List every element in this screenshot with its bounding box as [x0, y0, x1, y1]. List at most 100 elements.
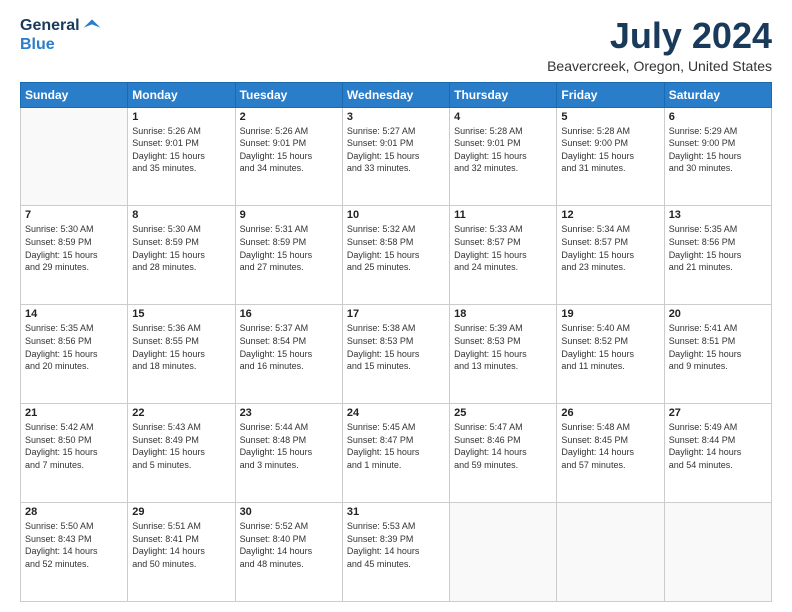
- day-info: Sunrise: 5:52 AM Sunset: 8:40 PM Dayligh…: [240, 520, 338, 570]
- location-title: Beavercreek, Oregon, United States: [547, 58, 772, 74]
- day-info: Sunrise: 5:43 AM Sunset: 8:49 PM Dayligh…: [132, 421, 230, 471]
- month-title: July 2024: [547, 16, 772, 56]
- day-cell: 31 Sunrise: 5:53 AM Sunset: 8:39 PM Dayli…: [342, 503, 449, 602]
- day-info: Sunrise: 5:30 AM Sunset: 8:59 PM Dayligh…: [25, 223, 123, 273]
- logo-blue-text: Blue: [20, 36, 55, 54]
- day-number: 4: [454, 111, 552, 123]
- calendar-page: General Blue July 2024 Beavercreek, Oreg…: [0, 0, 792, 612]
- day-info: Sunrise: 5:45 AM Sunset: 8:47 PM Dayligh…: [347, 421, 445, 471]
- day-cell: [557, 503, 664, 602]
- day-number: 25: [454, 407, 552, 419]
- day-info: Sunrise: 5:47 AM Sunset: 8:46 PM Dayligh…: [454, 421, 552, 471]
- day-info: Sunrise: 5:53 AM Sunset: 8:39 PM Dayligh…: [347, 520, 445, 570]
- day-cell: 28Sunrise: 5:50 AM Sunset: 8:43 PM Dayli…: [21, 503, 128, 602]
- day-cell: 9 Sunrise: 5:31 AM Sunset: 8:59 PM Daylig…: [235, 206, 342, 305]
- day-info: Sunrise: 5:31 AM Sunset: 8:59 PM Dayligh…: [240, 223, 338, 273]
- day-cell: 22 Sunrise: 5:43 AM Sunset: 8:49 PM Dayli…: [128, 404, 235, 503]
- day-cell: 2 Sunrise: 5:26 AM Sunset: 9:01 PM Daylig…: [235, 107, 342, 206]
- day-cell: 18Sunrise: 5:39 AM Sunset: 8:53 PM Dayli…: [450, 305, 557, 404]
- day-cell: 16Sunrise: 5:37 AM Sunset: 8:54 PM Dayli…: [235, 305, 342, 404]
- weekday-header-row: Sunday Monday Tuesday Wednesday Thursday…: [21, 82, 772, 107]
- day-number: 13: [669, 209, 767, 221]
- day-cell: 13 Sunrise: 5:35 AM Sunset: 8:56 PM Dayli…: [664, 206, 771, 305]
- day-cell: 14 Sunrise: 5:35 AM Sunset: 8:56 PM Dayli…: [21, 305, 128, 404]
- title-block: July 2024 Beavercreek, Oregon, United St…: [547, 16, 772, 74]
- day-number: 12: [561, 209, 659, 221]
- day-number: 1: [132, 111, 230, 123]
- day-cell: 10 Sunrise: 5:32 AM Sunset: 8:58 PM Dayli…: [342, 206, 449, 305]
- day-cell: 11 Sunrise: 5:33 AM Sunset: 8:57 PM Dayli…: [450, 206, 557, 305]
- day-number: 17: [347, 308, 445, 320]
- day-number: 2: [240, 111, 338, 123]
- day-info: Sunrise: 5:30 AM Sunset: 8:59 PM Dayligh…: [132, 223, 230, 273]
- day-number: 16: [240, 308, 338, 320]
- logo: General Blue: [20, 16, 102, 54]
- day-cell: [450, 503, 557, 602]
- day-cell: 1 Sunrise: 5:26 AM Sunset: 9:01 PM Daylig…: [128, 107, 235, 206]
- day-cell: 19Sunrise: 5:40 AM Sunset: 8:52 PM Dayli…: [557, 305, 664, 404]
- day-cell: 26Sunrise: 5:48 AM Sunset: 8:45 PM Dayli…: [557, 404, 664, 503]
- day-info: Sunrise: 5:34 AM Sunset: 8:57 PM Dayligh…: [561, 223, 659, 273]
- day-cell: 5 Sunrise: 5:28 AM Sunset: 9:00 PM Daylig…: [557, 107, 664, 206]
- day-cell: 7 Sunrise: 5:30 AM Sunset: 8:59 PM Daylig…: [21, 206, 128, 305]
- day-info: Sunrise: 5:41 AM Sunset: 8:51 PM Dayligh…: [669, 322, 767, 372]
- week-row: 1 Sunrise: 5:26 AM Sunset: 9:01 PM Daylig…: [21, 107, 772, 206]
- day-cell: 24 Sunrise: 5:45 AM Sunset: 8:47 PM Dayli…: [342, 404, 449, 503]
- day-number: 20: [669, 308, 767, 320]
- header-friday: Friday: [557, 82, 664, 107]
- header-saturday: Saturday: [664, 82, 771, 107]
- day-cell: 23Sunrise: 5:44 AM Sunset: 8:48 PM Dayli…: [235, 404, 342, 503]
- day-cell: 30Sunrise: 5:52 AM Sunset: 8:40 PM Dayli…: [235, 503, 342, 602]
- week-row: 21 Sunrise: 5:42 AM Sunset: 8:50 PM Dayli…: [21, 404, 772, 503]
- day-info: Sunrise: 5:33 AM Sunset: 8:57 PM Dayligh…: [454, 223, 552, 273]
- day-cell: 15 Sunrise: 5:36 AM Sunset: 8:55 PM Dayli…: [128, 305, 235, 404]
- day-number: 23: [240, 407, 338, 419]
- day-number: 19: [561, 308, 659, 320]
- day-number: 6: [669, 111, 767, 123]
- day-info: Sunrise: 5:26 AM Sunset: 9:01 PM Dayligh…: [240, 125, 338, 175]
- day-number: 21: [25, 407, 123, 419]
- day-info: Sunrise: 5:38 AM Sunset: 8:53 PM Dayligh…: [347, 322, 445, 372]
- day-cell: [21, 107, 128, 206]
- day-info: Sunrise: 5:42 AM Sunset: 8:50 PM Dayligh…: [25, 421, 123, 471]
- day-cell: 27 Sunrise: 5:49 AM Sunset: 8:44 PM Dayli…: [664, 404, 771, 503]
- day-cell: 8 Sunrise: 5:30 AM Sunset: 8:59 PM Daylig…: [128, 206, 235, 305]
- day-number: 10: [347, 209, 445, 221]
- day-number: 15: [132, 308, 230, 320]
- day-number: 14: [25, 308, 123, 320]
- day-info: Sunrise: 5:28 AM Sunset: 9:01 PM Dayligh…: [454, 125, 552, 175]
- day-number: 9: [240, 209, 338, 221]
- day-number: 28: [25, 506, 123, 518]
- day-info: Sunrise: 5:26 AM Sunset: 9:01 PM Dayligh…: [132, 125, 230, 175]
- day-number: 8: [132, 209, 230, 221]
- week-row: 28Sunrise: 5:50 AM Sunset: 8:43 PM Dayli…: [21, 503, 772, 602]
- day-number: 11: [454, 209, 552, 221]
- day-cell: 4 Sunrise: 5:28 AM Sunset: 9:01 PM Daylig…: [450, 107, 557, 206]
- day-cell: 12 Sunrise: 5:34 AM Sunset: 8:57 PM Dayli…: [557, 206, 664, 305]
- day-info: Sunrise: 5:28 AM Sunset: 9:00 PM Dayligh…: [561, 125, 659, 175]
- day-cell: 17 Sunrise: 5:38 AM Sunset: 8:53 PM Dayli…: [342, 305, 449, 404]
- day-number: 27: [669, 407, 767, 419]
- day-info: Sunrise: 5:29 AM Sunset: 9:00 PM Dayligh…: [669, 125, 767, 175]
- day-info: Sunrise: 5:35 AM Sunset: 8:56 PM Dayligh…: [25, 322, 123, 372]
- day-info: Sunrise: 5:48 AM Sunset: 8:45 PM Dayligh…: [561, 421, 659, 471]
- day-info: Sunrise: 5:36 AM Sunset: 8:55 PM Dayligh…: [132, 322, 230, 372]
- week-row: 14 Sunrise: 5:35 AM Sunset: 8:56 PM Dayli…: [21, 305, 772, 404]
- day-number: 5: [561, 111, 659, 123]
- day-number: 7: [25, 209, 123, 221]
- day-info: Sunrise: 5:27 AM Sunset: 9:01 PM Dayligh…: [347, 125, 445, 175]
- header-monday: Monday: [128, 82, 235, 107]
- day-info: Sunrise: 5:49 AM Sunset: 8:44 PM Dayligh…: [669, 421, 767, 471]
- day-cell: [664, 503, 771, 602]
- header-tuesday: Tuesday: [235, 82, 342, 107]
- day-number: 31: [347, 506, 445, 518]
- header-sunday: Sunday: [21, 82, 128, 107]
- day-cell: 6 Sunrise: 5:29 AM Sunset: 9:00 PM Daylig…: [664, 107, 771, 206]
- day-info: Sunrise: 5:32 AM Sunset: 8:58 PM Dayligh…: [347, 223, 445, 273]
- logo-icon: [82, 16, 102, 36]
- day-number: 22: [132, 407, 230, 419]
- day-number: 29: [132, 506, 230, 518]
- day-number: 24: [347, 407, 445, 419]
- day-info: Sunrise: 5:35 AM Sunset: 8:56 PM Dayligh…: [669, 223, 767, 273]
- page-header: General Blue July 2024 Beavercreek, Oreg…: [20, 16, 772, 74]
